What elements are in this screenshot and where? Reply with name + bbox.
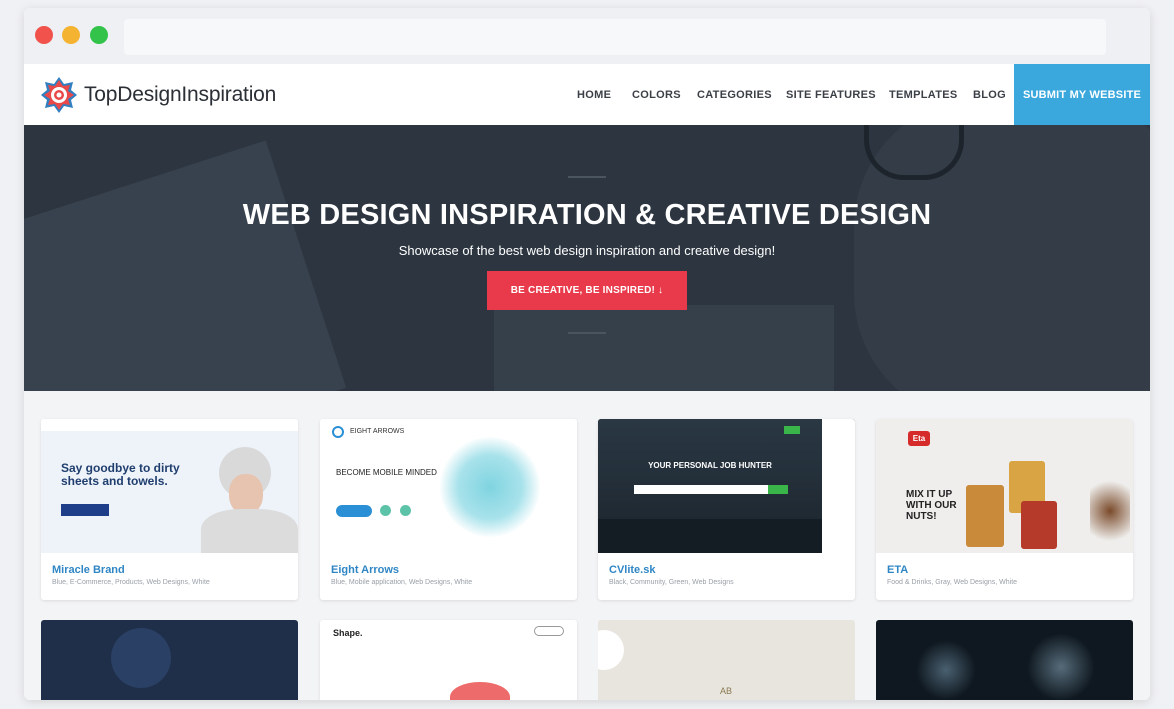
thumb-navbar — [41, 419, 298, 431]
thumb-brand: EIGHT ARROWS — [350, 428, 405, 435]
card-thumbnail[interactable]: Say goodbye to dirty sheets and towels. — [41, 419, 298, 553]
thumb-dot — [380, 505, 391, 516]
nav-categories[interactable]: CATEGORIES — [697, 64, 772, 125]
showcase-card[interactable]: Shape. — [320, 620, 577, 700]
thumb-particle-cloud — [440, 437, 540, 537]
thumb-margin — [822, 419, 855, 553]
thumb-product-bag — [1021, 501, 1057, 549]
showcase-card[interactable] — [876, 620, 1133, 700]
card-tags: Blue, Mobile application, Web Designs, W… — [331, 579, 473, 586]
showcase-card[interactable] — [41, 620, 298, 700]
card-title[interactable]: Miracle Brand — [52, 564, 125, 576]
card-thumbnail-text: Shape. — [333, 628, 363, 638]
close-window-button[interactable] — [35, 26, 53, 44]
card-thumbnail[interactable]: Eta MIX IT UP WITH OUR NUTS! — [876, 419, 1133, 553]
thumb-search-box — [634, 485, 768, 494]
nav-site-features[interactable]: SITE FEATURES — [786, 64, 876, 125]
showcase-card[interactable]: Eta MIX IT UP WITH OUR NUTS! ETA Food & … — [876, 419, 1133, 600]
nav-templates[interactable]: TEMPLATES — [889, 64, 958, 125]
nav-home[interactable]: HOME — [577, 64, 611, 125]
showcase-card[interactable]: Say goodbye to dirty sheets and towels. … — [41, 419, 298, 600]
card-tags: Blue, E-Commerce, Products, Web Designs,… — [52, 579, 210, 586]
card-tags: Black, Community, Green, Web Designs — [609, 579, 734, 586]
thumb-heading: BECOME MOBILE MINDED — [336, 468, 437, 477]
minimize-window-button[interactable] — [62, 26, 80, 44]
thumb-nav-button — [784, 426, 800, 434]
card-thumbnail-text: AB — [720, 686, 733, 696]
thumb-button — [61, 504, 109, 516]
hero-divider — [568, 332, 606, 334]
browser-chrome — [24, 8, 1150, 64]
card-title[interactable]: ETA — [887, 564, 908, 576]
thumb-heading: YOUR PERSONAL JOB HUNTER — [648, 461, 772, 470]
thumb-face — [229, 474, 263, 514]
card-thumbnail[interactable] — [111, 628, 171, 688]
hero-banner: WEB DESIGN INSPIRATION & CREATIVE DESIGN… — [24, 125, 1150, 391]
hero-background-shape — [494, 305, 834, 391]
card-title[interactable]: CVlite.sk — [609, 564, 655, 576]
card-thumbnail[interactable]: YOUR PERSONAL JOB HUNTER — [598, 419, 855, 553]
be-inspired-button[interactable]: BE CREATIVE, BE INSPIRED! ↓ — [487, 271, 687, 310]
card-thumbnail[interactable] — [450, 682, 510, 700]
browser-window: TopDesignInspiration HOME COLORS CATEGOR… — [24, 8, 1150, 700]
submit-website-button[interactable]: SUBMIT MY WEBSITE — [1014, 64, 1150, 125]
site-header: TopDesignInspiration HOME COLORS CATEGOR… — [24, 64, 1150, 125]
brand-name[interactable]: TopDesignInspiration — [84, 83, 276, 107]
card-tags: Food & Drinks, Gray, Web Designs, White — [887, 579, 1018, 586]
hero-title: WEB DESIGN INSPIRATION & CREATIVE DESIGN — [242, 199, 932, 231]
showcase-card[interactable]: YOUR PERSONAL JOB HUNTER CVlite.sk Black… — [598, 419, 855, 600]
card-thumbnail[interactable] — [598, 630, 624, 670]
card-title[interactable]: Eight Arrows — [331, 564, 399, 576]
thumb-robe — [201, 509, 298, 553]
thumb-logo: Eta — [908, 431, 930, 446]
thumb-dot — [400, 505, 411, 516]
thumb-heading: Say goodbye to dirty sheets and towels. — [61, 461, 180, 488]
nav-colors[interactable]: COLORS — [632, 64, 681, 125]
hero-subtitle: Showcase of the best web design inspirat… — [398, 243, 776, 258]
showcase-grid: Say goodbye to dirty sheets and towels. … — [24, 391, 1150, 700]
address-bar[interactable] — [124, 19, 1106, 55]
thumb-search-button — [768, 485, 788, 494]
showcase-card[interactable]: AB — [598, 620, 855, 700]
thumb-button — [336, 505, 372, 517]
thumb-nuts — [1090, 473, 1130, 549]
hero-divider — [568, 176, 606, 178]
maximize-window-button[interactable] — [90, 26, 108, 44]
card-thumbnail[interactable]: EIGHT ARROWS BECOME MOBILE MINDED — [320, 419, 577, 553]
thumb-footer — [598, 519, 822, 553]
logo-icon[interactable] — [40, 76, 78, 114]
showcase-card[interactable]: EIGHT ARROWS BECOME MOBILE MINDED Eight … — [320, 419, 577, 600]
card-thumbnail[interactable] — [916, 640, 976, 700]
nav-blog[interactable]: BLOG — [973, 64, 1006, 125]
thumb-button — [534, 626, 564, 636]
thumb-product-bag — [966, 485, 1004, 547]
thumb-logo-icon — [332, 426, 344, 438]
hero-background-shape — [24, 140, 347, 391]
thumb-heading: MIX IT UP WITH OUR NUTS! — [906, 489, 957, 522]
card-thumbnail[interactable] — [1026, 634, 1096, 700]
